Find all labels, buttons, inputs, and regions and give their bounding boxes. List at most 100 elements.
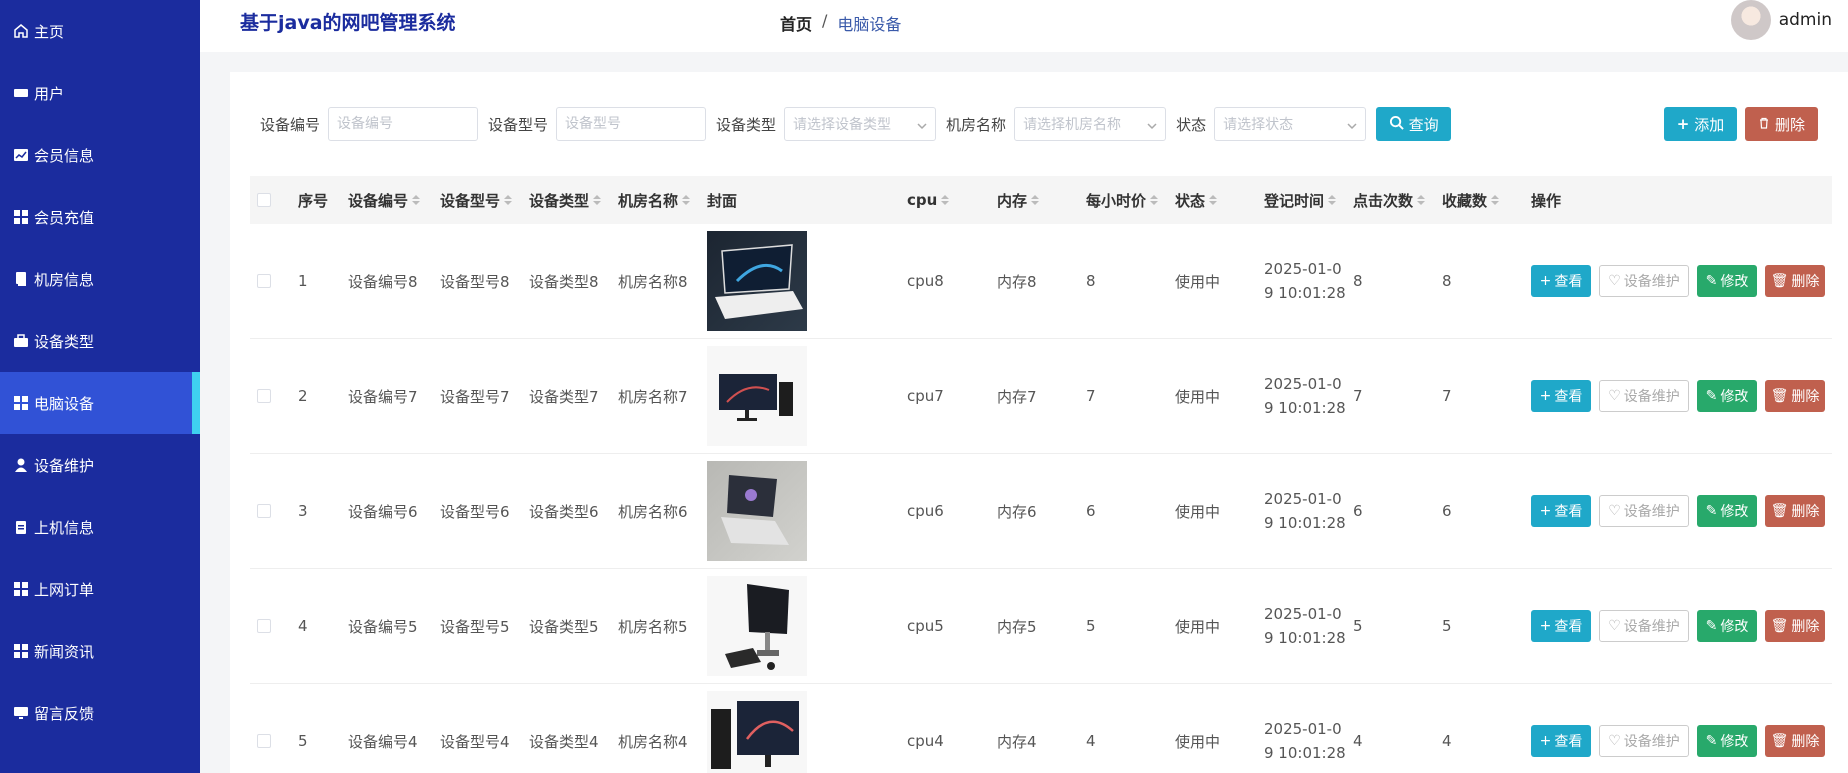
sort-icon xyxy=(1328,195,1337,205)
row-checkbox[interactable] xyxy=(257,734,271,748)
edit-button[interactable]: ✎ 修改 xyxy=(1697,725,1757,757)
cell-price: 5 xyxy=(1086,617,1096,635)
sort-header-mem[interactable]: 内存 xyxy=(997,190,1086,211)
edit-button[interactable]: ✎ 修改 xyxy=(1697,265,1757,297)
sidebar-item-room-info[interactable]: 机房信息 xyxy=(0,248,200,310)
cell-model: 设备型号4 xyxy=(440,732,510,751)
sidebar-item-computer-devices[interactable]: 电脑设备 xyxy=(0,372,200,434)
sidebar-item-news[interactable]: 新闻资讯 xyxy=(0,620,200,682)
status-label: 状态 xyxy=(1176,115,1207,134)
row-delete-button[interactable]: 🗑 删除 xyxy=(1765,495,1825,527)
cell-mem: 内存4 xyxy=(997,732,1037,751)
cell-clicks: 6 xyxy=(1353,502,1363,520)
sidebar-item-session-info[interactable]: 上机信息 xyxy=(0,496,200,558)
row-delete-button[interactable]: 🗑 删除 xyxy=(1765,610,1825,642)
sort-header-room[interactable]: 机房名称 xyxy=(618,190,707,211)
plus-icon: + xyxy=(1539,733,1552,749)
username[interactable]: admin xyxy=(1779,10,1832,30)
header-room: 机房名称 xyxy=(618,191,679,210)
edit-icon: ✎ xyxy=(1705,273,1718,289)
device-type-label: 设备类型 xyxy=(716,115,777,134)
cell-clicks: 5 xyxy=(1353,617,1363,635)
sort-header-no[interactable]: 设备编号 xyxy=(348,190,440,211)
device-model-input[interactable] xyxy=(556,107,707,141)
row-checkbox[interactable] xyxy=(257,389,271,403)
maintain-button[interactable]: ♡ 设备维护 xyxy=(1599,495,1689,527)
cover-image-desktop[interactable] xyxy=(707,346,807,446)
book-icon xyxy=(14,272,28,286)
sidebar-item-feedback[interactable]: 留言反馈 xyxy=(0,682,200,744)
plus-icon: + xyxy=(1539,503,1552,519)
row-delete-button[interactable]: 🗑 删除 xyxy=(1765,725,1825,757)
maintain-button[interactable]: ♡ 设备维护 xyxy=(1599,380,1689,412)
user-menu[interactable]: admin xyxy=(1730,0,1848,40)
sort-header-cpu[interactable]: cpu xyxy=(907,191,997,209)
view-button[interactable]: + 查看 xyxy=(1531,725,1591,757)
device-no-input[interactable] xyxy=(328,107,479,141)
cell-clicks: 8 xyxy=(1353,272,1363,290)
cover-image-desktop[interactable] xyxy=(707,691,807,773)
sidebar-item-member-recharge[interactable]: 会员充值 xyxy=(0,186,200,248)
sidebar-item-device-maintenance[interactable]: 设备维护 xyxy=(0,434,200,496)
sort-icon xyxy=(1417,195,1426,205)
chart-icon xyxy=(14,148,28,162)
grid-icon xyxy=(14,644,28,658)
edit-button[interactable]: ✎ 修改 xyxy=(1697,495,1757,527)
maintain-button[interactable]: ♡ 设备维护 xyxy=(1599,610,1689,642)
view-button[interactable]: + 查看 xyxy=(1531,380,1591,412)
trash-icon: 🗑 xyxy=(1770,503,1789,519)
sidebar-item-users[interactable]: 用户 xyxy=(0,62,200,124)
sort-header-model[interactable]: 设备型号 xyxy=(440,190,529,211)
sort-icon xyxy=(1150,195,1159,205)
breadcrumb: 首页 / 电脑设备 xyxy=(780,11,901,35)
cover-image-laptop[interactable] xyxy=(707,461,807,561)
table-row: 3 设备编号6 设备型号6 设备类型6 机房名称6 cpu6 内存6 6 使用中… xyxy=(250,454,1832,569)
view-button[interactable]: + 查看 xyxy=(1531,610,1591,642)
sidebar-item-home[interactable]: 主页 xyxy=(0,0,200,62)
view-button[interactable]: + 查看 xyxy=(1531,265,1591,297)
sort-header-type[interactable]: 设备类型 xyxy=(529,190,618,211)
view-button[interactable]: + 查看 xyxy=(1531,495,1591,527)
maintain-button[interactable]: ♡ 设备维护 xyxy=(1599,265,1689,297)
row-delete-button[interactable]: 🗑 删除 xyxy=(1765,380,1825,412)
plus-icon: + xyxy=(1539,388,1552,404)
sort-header-clicks[interactable]: 点击次数 xyxy=(1353,190,1442,211)
cover-image-monitor[interactable] xyxy=(707,576,807,676)
batch-delete-button[interactable]: 删除 xyxy=(1745,107,1818,141)
cell-clicks: 4 xyxy=(1353,732,1363,750)
device-type-select[interactable]: 请选择设备类型 xyxy=(784,107,937,141)
row-delete-button[interactable]: 🗑 删除 xyxy=(1765,265,1825,297)
sort-header-fav[interactable]: 收藏数 xyxy=(1442,190,1531,211)
sort-header-status[interactable]: 状态 xyxy=(1175,190,1264,211)
home-icon xyxy=(14,24,28,38)
sidebar-item-member-info[interactable]: 会员信息 xyxy=(0,124,200,186)
plus-icon: + xyxy=(1539,618,1552,634)
delete-label: 删除 xyxy=(1791,389,1820,405)
cell-time: 2025-01-09 10:01:28 xyxy=(1264,260,1346,302)
row-checkbox[interactable] xyxy=(257,619,271,633)
sort-header-time[interactable]: 登记时间 xyxy=(1264,190,1353,211)
heart-icon: ♡ xyxy=(1608,503,1621,519)
maintain-button[interactable]: ♡ 设备维护 xyxy=(1599,725,1689,757)
header-cpu: cpu xyxy=(907,191,938,209)
breadcrumb-home[interactable]: 首页 xyxy=(780,11,812,35)
sidebar-item-device-type[interactable]: 设备类型 xyxy=(0,310,200,372)
grid-icon xyxy=(14,582,28,596)
header-fav: 收藏数 xyxy=(1442,191,1488,210)
monitor-icon xyxy=(14,706,28,720)
add-button[interactable]: + 添加 xyxy=(1664,107,1737,141)
edit-button[interactable]: ✎ 修改 xyxy=(1697,380,1757,412)
status-select[interactable]: 请选择状态 xyxy=(1214,107,1367,141)
row-checkbox[interactable] xyxy=(257,274,271,288)
select-all-checkbox[interactable] xyxy=(257,193,271,207)
row-checkbox[interactable] xyxy=(257,504,271,518)
sort-header-price[interactable]: 每小时价 xyxy=(1086,190,1175,211)
room-select[interactable]: 请选择机房名称 xyxy=(1014,107,1167,141)
cell-room: 机房名称4 xyxy=(618,732,688,751)
cover-image-laptop[interactable] xyxy=(707,231,807,331)
query-button[interactable]: 查询 xyxy=(1376,107,1452,141)
cell-status: 使用中 xyxy=(1175,617,1221,636)
edit-button[interactable]: ✎ 修改 xyxy=(1697,610,1757,642)
sidebar-item-online-orders[interactable]: 上网订单 xyxy=(0,558,200,620)
avatar[interactable] xyxy=(1730,0,1771,40)
